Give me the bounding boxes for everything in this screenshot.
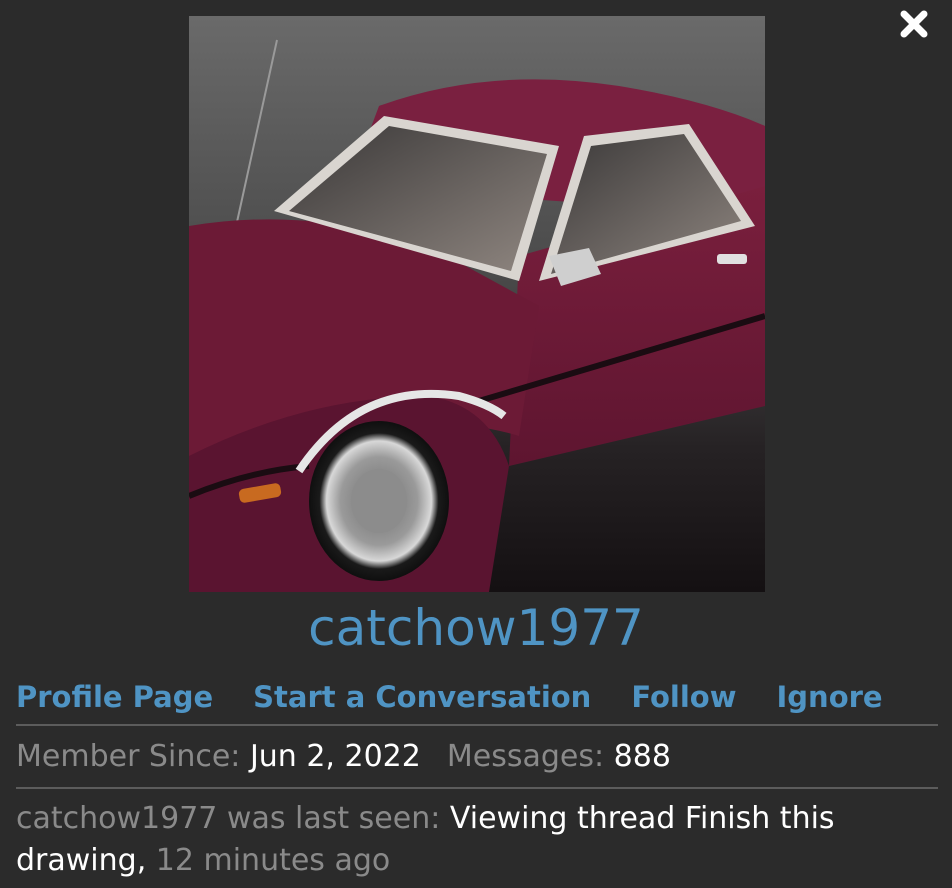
member-actions: Profile Page Start a Conversation Follow… xyxy=(16,676,938,718)
member-since-value: Jun 2, 2022 xyxy=(249,739,421,774)
messages-value: 888 xyxy=(613,739,671,774)
last-seen: catchow1977 was last seen: Viewing threa… xyxy=(16,798,936,882)
messages-label: Messages: xyxy=(446,739,605,774)
last-seen-label: catchow1977 was last seen: xyxy=(16,801,441,836)
member-since-label: Member Since: xyxy=(16,739,241,774)
divider xyxy=(16,724,938,726)
avatar[interactable] xyxy=(189,16,765,592)
member-stats: Member Since: Jun 2, 2022 Messages: 888 xyxy=(16,734,671,780)
ignore-link[interactable]: Ignore xyxy=(777,676,883,718)
last-seen-time: 12 minutes ago xyxy=(155,843,391,878)
member-tooltip-card: catchow1977 Profile Page Start a Convers… xyxy=(0,0,952,888)
close-icon[interactable] xyxy=(896,6,932,42)
start-conversation-link[interactable]: Start a Conversation xyxy=(253,676,591,718)
profile-page-link[interactable]: Profile Page xyxy=(16,676,213,718)
username-link[interactable]: catchow1977 xyxy=(0,598,952,658)
follow-link[interactable]: Follow xyxy=(631,676,736,718)
divider xyxy=(16,787,938,789)
